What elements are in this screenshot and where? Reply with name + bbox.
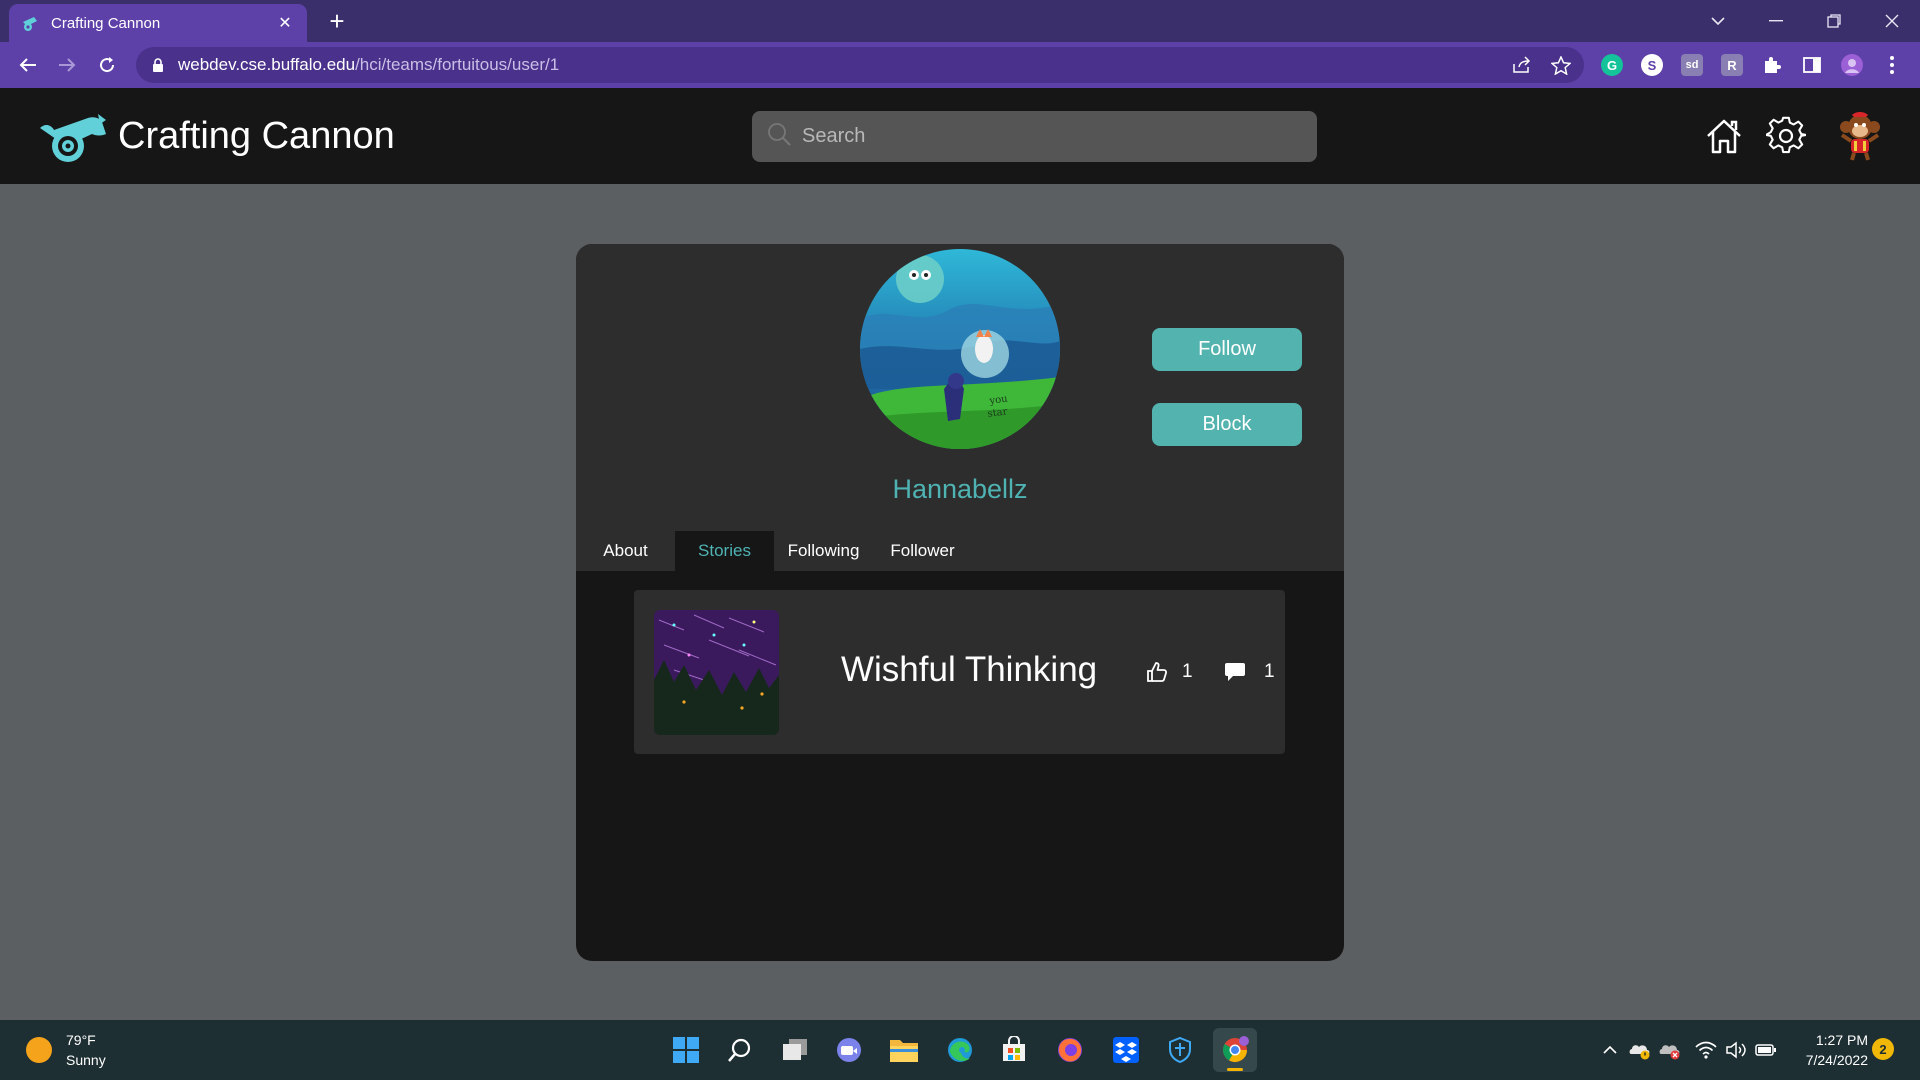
lock-icon[interactable] [150,57,166,73]
close-tab-icon[interactable]: ✕ [275,13,295,33]
story-thumbnail[interactable] [654,610,779,735]
microsoft-store-icon[interactable] [992,1028,1036,1072]
story-comments[interactable]: 1 [1224,658,1275,686]
profile-avatar: you star [860,249,1060,449]
back-arrow-icon[interactable] [12,49,44,81]
site-header: Crafting Cannon [0,88,1920,184]
user-avatar-monkey-icon[interactable] [1836,112,1884,161]
edge-browser-icon[interactable] [938,1028,982,1072]
settings-gear-icon[interactable] [1762,112,1810,160]
battery-icon[interactable] [1754,1038,1778,1062]
windows-taskbar: 79°F Sunny 1:27 PM 7/24/2022 2 [0,1020,1920,1080]
profile-avatar-icon[interactable] [1838,51,1866,79]
file-explorer-icon[interactable] [882,1028,926,1072]
forward-arrow-icon[interactable] [51,49,83,81]
tab-following[interactable]: Following [774,531,873,571]
browser-toolbar: webdev.cse.buffalo.edu/hci/teams/fortuit… [0,42,1920,88]
defender-shield-icon[interactable] [1158,1028,1202,1072]
notification-badge[interactable]: 2 [1872,1038,1894,1060]
close-window-icon[interactable] [1864,0,1920,42]
weather-temperature: 79°F [66,1032,96,1048]
onedrive-error-icon[interactable] [1658,1038,1682,1062]
home-icon[interactable] [1700,112,1748,160]
s-extension-icon[interactable]: S [1641,54,1663,76]
windows-start-icon[interactable] [664,1028,708,1072]
weather-condition: Sunny [66,1052,106,1068]
profile-card: you star Hannabellz Follow Block About S… [576,244,1344,961]
taskbar-search-icon[interactable] [718,1028,762,1072]
chrome-browser-icon[interactable] [1213,1028,1257,1072]
address-bar[interactable]: webdev.cse.buffalo.edu/hci/teams/fortuit… [136,47,1584,83]
grammarly-extension-icon[interactable]: G [1601,54,1623,76]
comment-icon[interactable] [1224,662,1246,682]
minimize-window-icon[interactable] [1748,0,1804,42]
search-bar[interactable] [752,111,1317,162]
task-view-icon[interactable] [773,1028,817,1072]
wifi-icon[interactable] [1694,1038,1718,1062]
browser-tab-title: Crafting Cannon [51,14,161,32]
system-clock[interactable]: 1:27 PM 7/24/2022 [1788,1030,1868,1070]
profile-tabs: About Stories Following Follower [576,531,972,571]
new-tab-button[interactable]: + [322,6,352,36]
active-app-indicator [1227,1068,1243,1071]
clock-time: 1:27 PM [1815,1032,1868,1048]
comment-count: 1 [1264,661,1275,682]
bookmark-star-icon[interactable] [1547,51,1575,79]
tab-stories[interactable]: Stories [675,531,774,571]
extensions-puzzle-icon[interactable] [1758,51,1786,79]
sd-extension-icon[interactable]: sd [1681,54,1703,76]
browser-tab-strip: Crafting Cannon ✕ + [0,0,1920,42]
tab-follower[interactable]: Follower [873,531,972,571]
profile-header: you star Hannabellz Follow Block [576,244,1344,571]
site-brand-title[interactable]: Crafting Cannon [118,115,395,158]
like-count: 1 [1182,661,1193,682]
dropbox-icon[interactable] [1104,1028,1148,1072]
weather-widget[interactable]: 79°F Sunny [26,1030,106,1070]
follow-button[interactable]: Follow [1152,328,1302,371]
show-hidden-icons-chevron-icon[interactable] [1598,1038,1622,1062]
restore-window-icon[interactable] [1806,0,1862,42]
cannon-favicon-icon [21,13,41,33]
cannon-logo-icon[interactable] [36,108,108,164]
story-card[interactable]: Wishful Thinking 1 1 [634,590,1285,754]
block-button[interactable]: Block [1152,403,1302,446]
story-title[interactable]: Wishful Thinking [841,650,1097,690]
search-icon [766,121,792,152]
onedrive-warning-icon[interactable] [1628,1038,1652,1062]
sun-icon [26,1037,52,1063]
profile-username: Hannabellz [892,474,1028,504]
browser-menu-kebab-icon[interactable] [1878,51,1906,79]
clock-date: 7/24/2022 [1805,1052,1868,1068]
tab-about[interactable]: About [576,531,675,571]
side-panel-icon[interactable] [1798,51,1826,79]
browser-tab[interactable]: Crafting Cannon ✕ [9,4,307,42]
search-input[interactable] [802,125,1317,148]
firefox-icon[interactable] [1048,1028,1092,1072]
teams-chat-icon[interactable] [827,1028,871,1072]
volume-icon[interactable] [1724,1038,1748,1062]
url-text: webdev.cse.buffalo.edu/hci/teams/fortuit… [178,55,560,74]
r-extension-icon[interactable]: R [1721,54,1743,76]
story-likes[interactable]: 1 [1146,658,1193,686]
thumbs-up-icon[interactable] [1146,661,1168,683]
share-icon[interactable] [1508,51,1536,79]
reload-icon[interactable] [91,49,123,81]
tab-search-chevron-icon[interactable] [1690,0,1746,42]
